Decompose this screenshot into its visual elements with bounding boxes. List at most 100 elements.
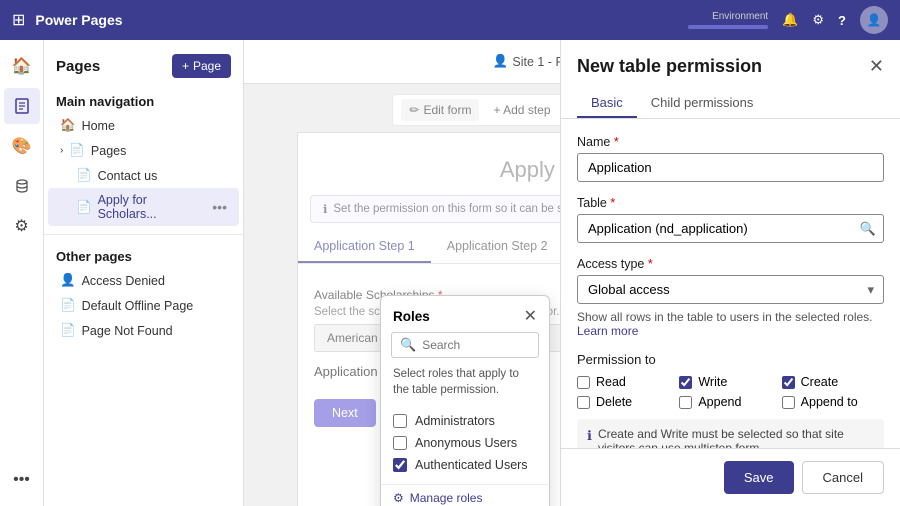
table-field-label: Table * <box>577 196 884 210</box>
name-input[interactable] <box>577 153 884 182</box>
sidebar-item-contact[interactable]: 📄 Contact us <box>48 163 239 188</box>
perm-append-to-label: Append to <box>801 395 858 409</box>
learn-more-link[interactable]: Learn more <box>577 324 638 338</box>
perm-read-check[interactable] <box>577 376 590 389</box>
sidebar-item-contact-label: Contact us <box>98 169 158 183</box>
access-type-select[interactable]: Global access Contact access Account acc… <box>577 275 884 304</box>
panel-tab-basic[interactable]: Basic <box>577 89 637 118</box>
right-panel: New table permission ✕ Basic Child permi… <box>560 40 900 506</box>
panel-footer: Save Cancel <box>561 448 900 506</box>
name-field-label: Name * <box>577 135 884 149</box>
access-type-label: Access type * <box>577 257 884 271</box>
perm-append-to: Append to <box>782 395 884 409</box>
info-msg-icon: ℹ <box>587 428 592 444</box>
rail-styling[interactable]: 🎨 <box>4 128 40 164</box>
other-pages-title: Other pages <box>44 243 243 268</box>
roles-check-administrators[interactable] <box>393 414 407 428</box>
sidebar-title: Pages <box>56 58 100 75</box>
perm-write-check[interactable] <box>679 376 692 389</box>
permission-label: Permission to <box>577 352 884 367</box>
roles-check-authenticated[interactable] <box>393 458 407 472</box>
roles-popup-title: Roles <box>393 309 430 324</box>
info-msg-text: Create and Write must be selected so tha… <box>598 427 874 448</box>
sidebar-item-access-denied[interactable]: 👤 Access Denied <box>48 268 239 293</box>
permission-field-group: Permission to Read Write Create Delete <box>577 352 884 448</box>
avatar[interactable]: 👤 <box>860 6 888 34</box>
perm-delete-check[interactable] <box>577 396 590 409</box>
perm-read-label: Read <box>596 375 626 389</box>
rail-data[interactable] <box>4 168 40 204</box>
help-icon[interactable]: ? <box>838 13 846 28</box>
sidebar-item-apply[interactable]: 📄 Apply for Scholars... ••• <box>48 188 239 226</box>
perm-read: Read <box>577 375 679 389</box>
perm-write-label: Write <box>698 375 727 389</box>
roles-search-box[interactable]: 🔍 <box>391 332 539 358</box>
panel-tabs: Basic Child permissions <box>561 89 900 119</box>
add-page-button[interactable]: + Page <box>172 54 231 78</box>
bell-icon[interactable]: 🔔 <box>782 12 798 28</box>
perm-create-check[interactable] <box>782 376 795 389</box>
table-field-group: Table * 🔍 <box>577 196 884 243</box>
sidebar-item-offline[interactable]: 📄 Default Offline Page <box>48 293 239 318</box>
add-page-label: Page <box>193 59 221 73</box>
cancel-button[interactable]: Cancel <box>802 461 884 494</box>
roles-label-administrators: Administrators <box>415 414 495 428</box>
plus-icon: + <box>182 59 189 73</box>
access-type-field-group: Access type * Global access Contact acce… <box>577 257 884 338</box>
sidebar: Pages + Page Main navigation 🏠 Home › 📄 … <box>44 40 244 506</box>
perm-create-label: Create <box>801 375 839 389</box>
sidebar-item-pages[interactable]: › 📄 Pages <box>48 138 239 163</box>
perm-append-label: Append <box>698 395 741 409</box>
manage-roles-link[interactable]: ⚙ Manage roles <box>381 484 549 506</box>
sidebar-header: Pages + Page <box>44 48 243 88</box>
env-bar <box>688 25 768 29</box>
settings-icon[interactable]: ⚙ <box>812 12 824 28</box>
app-title: Power Pages <box>35 12 122 28</box>
chevron-right-icon: › <box>60 145 63 156</box>
sidebar-item-access-denied-label: Access Denied <box>82 274 165 288</box>
sidebar-item-not-found[interactable]: 📄 Page Not Found <box>48 318 239 343</box>
rail-pages[interactable] <box>4 88 40 124</box>
manage-roles-label: Manage roles <box>410 491 483 505</box>
roles-check-anonymous[interactable] <box>393 436 407 450</box>
roles-item-anonymous: Anonymous Users <box>393 432 537 454</box>
perm-delete-label: Delete <box>596 395 632 409</box>
roles-item-authenticated: Authenticated Users <box>393 454 537 476</box>
roles-label-authenticated: Authenticated Users <box>415 458 528 472</box>
access-info-text: Show all rows in the table to users in t… <box>577 310 884 338</box>
sidebar-item-home-label: Home <box>82 119 115 133</box>
permission-grid: Read Write Create Delete Append <box>577 375 884 409</box>
rail-setup[interactable]: ⚙ <box>4 208 40 244</box>
save-button[interactable]: Save <box>724 461 794 494</box>
rail-more[interactable]: ••• <box>4 462 40 498</box>
topbar-right: Environment 🔔 ⚙ ? 👤 <box>688 6 888 34</box>
manage-roles-icon: ⚙ <box>393 491 404 505</box>
perm-append-to-check[interactable] <box>782 396 795 409</box>
name-required: * <box>614 135 619 149</box>
roles-search-icon: 🔍 <box>400 337 416 353</box>
perm-append-check[interactable] <box>679 396 692 409</box>
roles-label-anonymous: Anonymous Users <box>415 436 517 450</box>
env-label: Environment <box>712 11 768 22</box>
table-input[interactable] <box>577 214 884 243</box>
home-icon: 🏠 <box>60 118 76 133</box>
rail-home[interactable]: 🏠 <box>4 48 40 84</box>
apply-more-icon[interactable]: ••• <box>212 199 227 215</box>
panel-tab-child[interactable]: Child permissions <box>637 89 768 118</box>
sidebar-item-pages-label: Pages <box>91 144 126 158</box>
roles-search-input[interactable] <box>422 338 530 352</box>
roles-popup-header: Roles ✕ <box>381 296 549 332</box>
panel-header: New table permission ✕ <box>561 40 900 77</box>
sidebar-item-home[interactable]: 🏠 Home <box>48 113 239 138</box>
roles-popup-close-button[interactable]: ✕ <box>524 306 537 326</box>
apply-doc-icon: 📄 <box>76 200 92 215</box>
environment-info: Environment <box>688 11 768 29</box>
perm-delete: Delete <box>577 395 679 409</box>
table-search-icon: 🔍 <box>860 221 876 237</box>
main-nav-title: Main navigation <box>44 88 243 113</box>
grid-icon[interactable]: ⊞ <box>12 10 25 30</box>
perm-append: Append <box>679 395 781 409</box>
panel-close-button[interactable]: ✕ <box>869 56 884 77</box>
topbar-left: ⊞ Power Pages <box>12 10 123 30</box>
roles-list: Administrators Anonymous Users Authentic… <box>381 406 549 484</box>
